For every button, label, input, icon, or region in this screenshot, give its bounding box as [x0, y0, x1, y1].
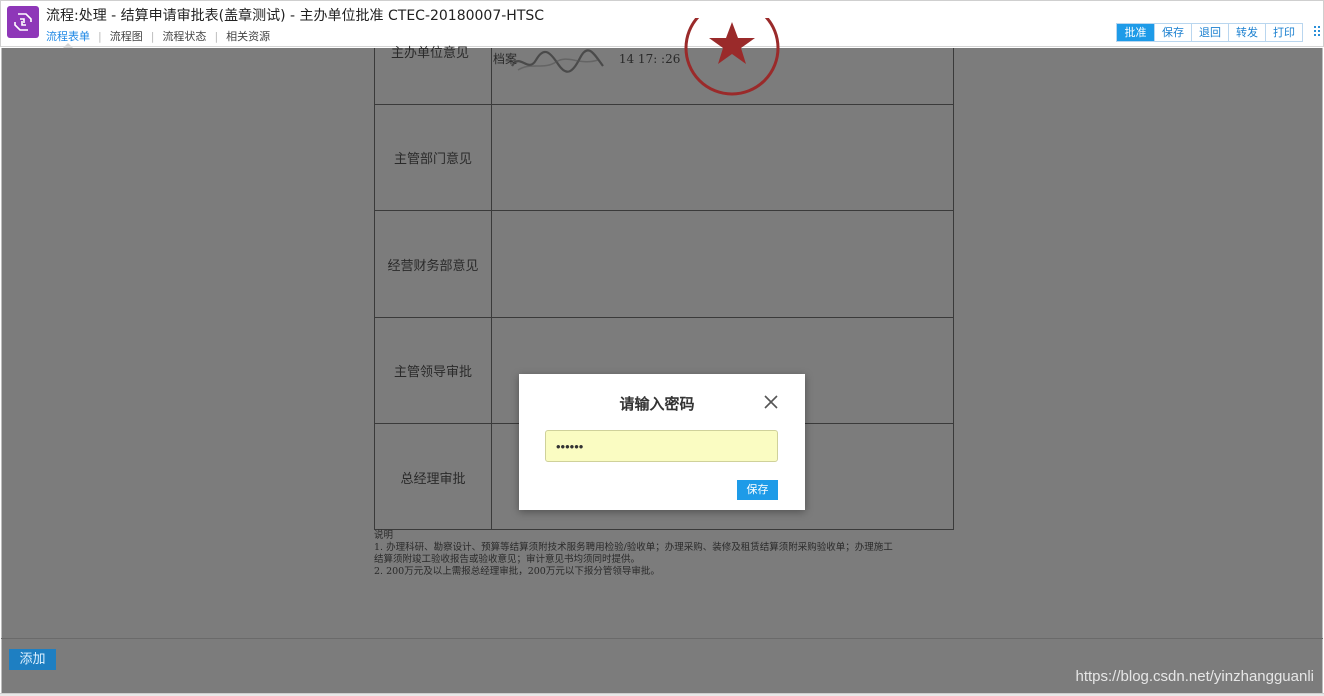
return-button[interactable]: 退回: [1191, 24, 1228, 41]
signature-date: 14 17: :26: [618, 52, 681, 66]
close-icon[interactable]: [763, 394, 779, 410]
bottom-divider: [1, 638, 1323, 639]
notes-line: 1. 办理科研、勘察设计、预算等结算须附技术服务聘用检验/验收单；办理采购、装修…: [374, 542, 893, 553]
tab-separator: |: [214, 29, 219, 43]
notes-line: 2. 200万元及以上需报总经理审批，200万元以下报分管领导审批。: [374, 566, 660, 577]
tab-flow-chart[interactable]: 流程图: [110, 28, 143, 44]
form-row-label: 主管部门意见: [375, 105, 492, 210]
form-row-label: 总经理审批: [375, 424, 492, 530]
print-button[interactable]: 打印: [1265, 24, 1302, 41]
form-row-label: 经营财务部意见: [375, 211, 492, 317]
tab-related-resources[interactable]: 相关资源: [226, 28, 270, 44]
official-seal-stamp: [684, 18, 780, 96]
watermark-text: https://blog.csdn.net/yinzhangguanli: [1075, 668, 1315, 685]
form-row-label: 主管领导审批: [375, 318, 492, 423]
form-row-supervising-dept: 主管部门意见: [375, 105, 953, 211]
dialog-save-button[interactable]: 保存: [737, 480, 778, 500]
workflow-icon: [14, 13, 32, 31]
dialog-title: 请输入密码: [619, 395, 695, 413]
more-options-icon[interactable]: [1314, 26, 1320, 38]
tab-separator: |: [98, 29, 102, 43]
notes-heading: 说明: [374, 530, 394, 541]
approve-button[interactable]: 批准: [1117, 24, 1154, 41]
form-row-label-cell: 主办单位意见: [375, 46, 492, 104]
form-row-finance-dept: 经营财务部意见: [375, 211, 953, 318]
modal-backdrop: 主办单位意见 档案 14 17: :26 主管部门意见 经营财务部意见 主管领导…: [1, 18, 1323, 694]
password-input[interactable]: [545, 430, 778, 462]
form-row-label: 主办单位意见: [391, 46, 470, 61]
form-row-host-unit: 主办单位意见 档案 14 17: :26: [375, 18, 953, 105]
tab-separator: |: [150, 29, 155, 43]
handwritten-signature: [511, 49, 604, 73]
notes-line: 结算须附竣工验收报告或验收意见；审计意见书均须同时提供。: [374, 554, 641, 565]
save-button[interactable]: 保存: [1154, 24, 1191, 41]
tab-flow-form[interactable]: 流程表单: [46, 28, 90, 44]
action-toolbar: 批准 保存 退回 转发 打印: [1116, 23, 1303, 42]
sub-navigation: 流程表单 | 流程图 | 流程状态 | 相关资源: [46, 28, 270, 44]
app-logo-icon: [7, 6, 39, 38]
password-dialog: 请输入密码 保存: [519, 374, 805, 510]
forward-button[interactable]: 转发: [1228, 24, 1265, 41]
tab-flow-status[interactable]: 流程状态: [162, 28, 206, 44]
form-notes: 说明 1. 办理科研、勘察设计、预算等结算须附技术服务聘用检验/验收单；办理采购…: [374, 530, 956, 578]
page-title: 流程:处理 - 结算申请审批表(盖章测试) - 主办单位批准 CTEC-2018…: [46, 8, 545, 24]
window-header: 流程:处理 - 结算申请审批表(盖章测试) - 主办单位批准 CTEC-2018…: [0, 0, 1324, 48]
add-button[interactable]: 添加: [9, 649, 56, 670]
